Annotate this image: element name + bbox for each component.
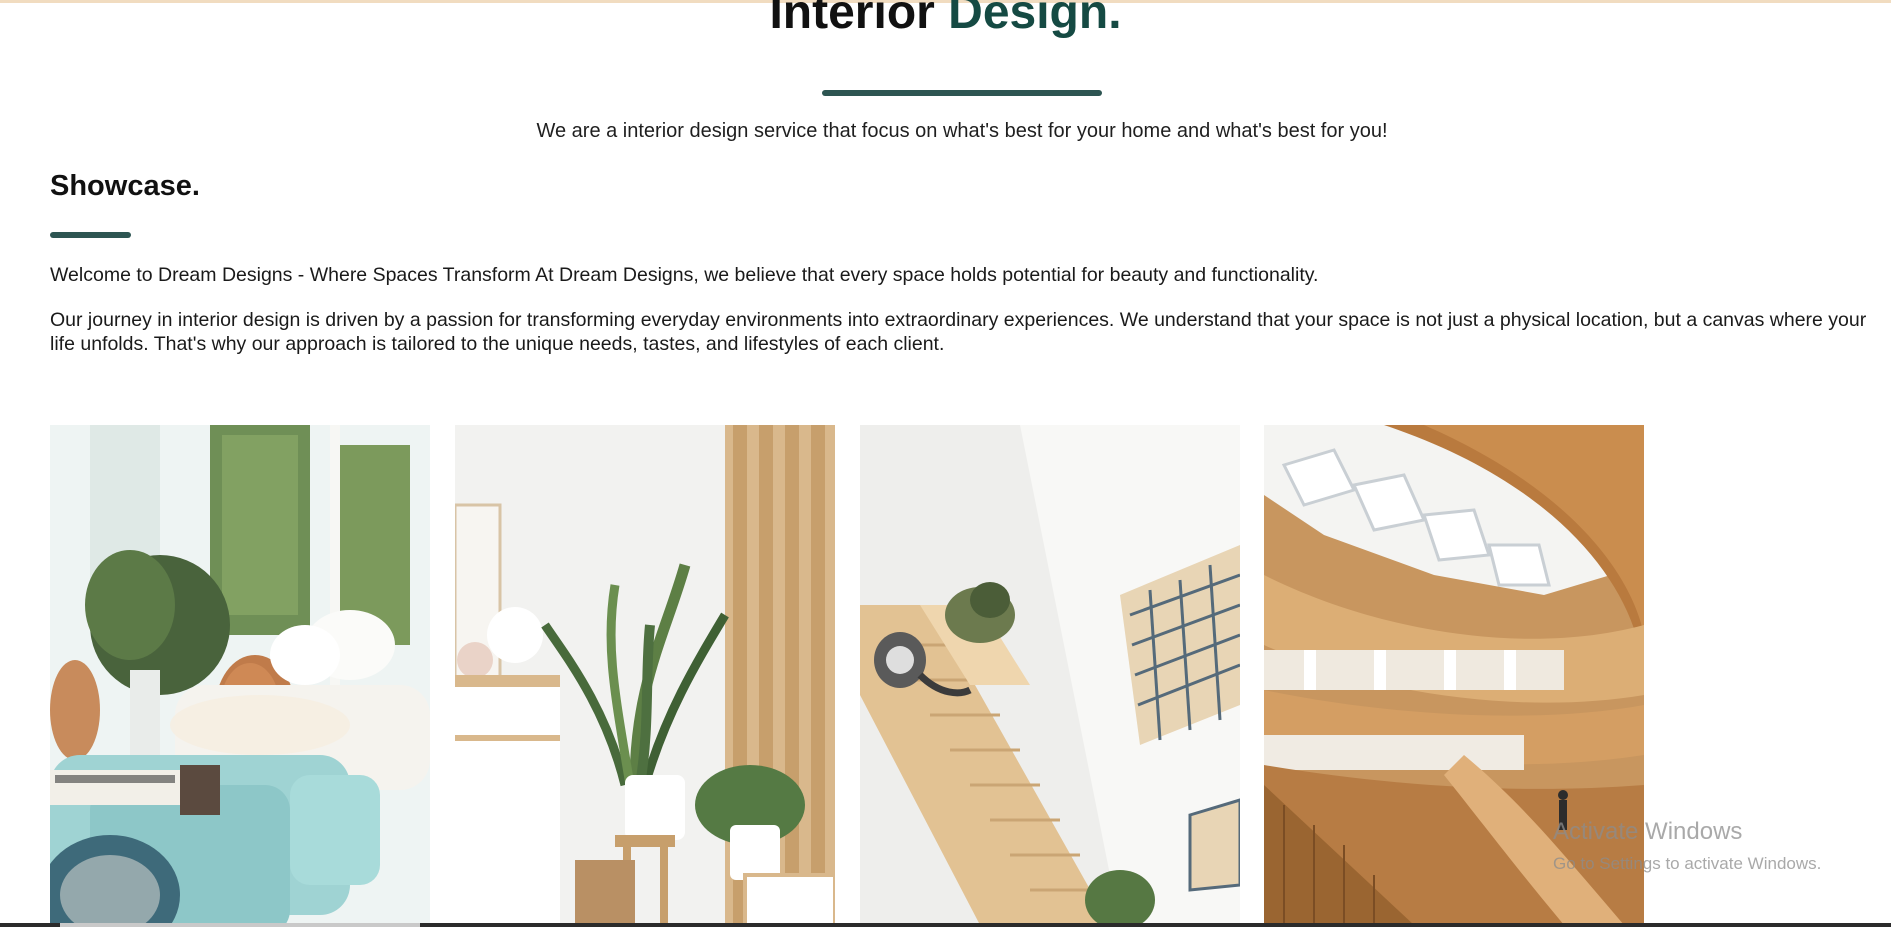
horizontal-scrollbar-thumb[interactable] (60, 923, 420, 927)
showcase-divider (50, 232, 131, 238)
showcase-paragraph-1: Welcome to Dream Designs - Where Spaces … (50, 264, 1319, 286)
plant-corner-photo (455, 425, 835, 925)
gallery-image-staircase[interactable] (860, 425, 1240, 925)
staircase-cat-photo (860, 425, 1240, 925)
library-atrium-photo (1264, 425, 1644, 925)
gallery-image-plant-corner[interactable] (455, 425, 835, 925)
gallery-image-living-room[interactable] (50, 425, 430, 925)
hero-title-main: Interior (769, 0, 949, 39)
hero-title: Interior Design. (0, 0, 1891, 44)
showcase-heading: Showcase. (50, 170, 200, 202)
hero-divider (822, 90, 1102, 96)
intro-tagline: We are a interior design service that fo… (536, 120, 1388, 142)
living-room-photo (50, 425, 430, 925)
hero-title-accent: Design. (948, 0, 1122, 39)
showcase-paragraph-2: Our journey in interior design is driven… (50, 309, 1867, 355)
gallery-image-library[interactable] (1264, 425, 1644, 925)
